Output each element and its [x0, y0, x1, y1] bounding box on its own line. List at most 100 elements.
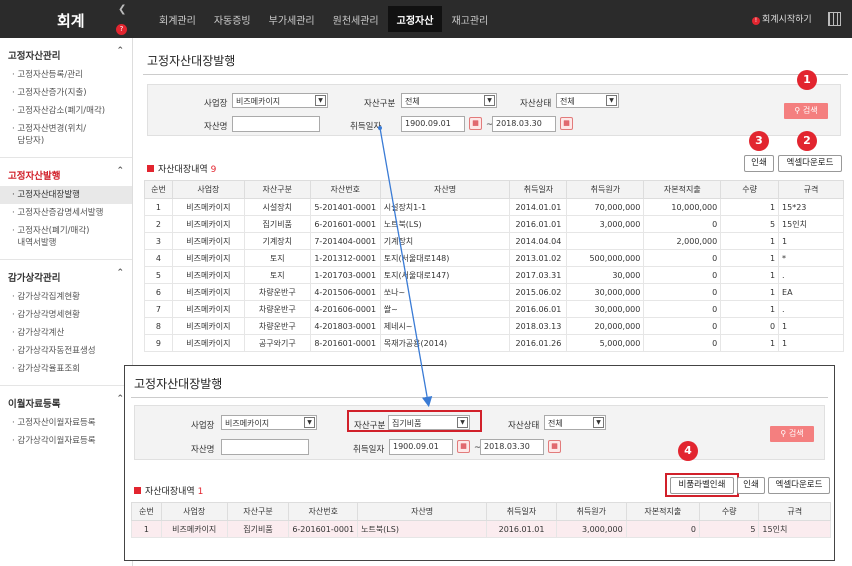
status-select[interactable]: 전체 ▼	[544, 415, 606, 430]
sidebar-item[interactable]: · 고정자산증가(지출)	[0, 84, 132, 102]
sidebar-group-title[interactable]: 이월자료등록 ⌃	[0, 392, 132, 414]
date-label: 취득일자	[353, 445, 385, 455]
col-header[interactable]: 자산명	[357, 502, 488, 521]
name-input[interactable]	[221, 439, 309, 455]
calculator-icon[interactable]	[828, 12, 841, 26]
table-cell: 목재가공용(2014)	[379, 334, 511, 352]
table-row[interactable]: 1 비즈메카이지 집기비품 6-201601-0001 노트북(LS) 2016.01.0…	[131, 520, 831, 538]
calendar-icon[interactable]: ▦	[469, 117, 482, 130]
table-cell: 4-201506-0001	[309, 283, 381, 301]
col-header[interactable]: 수량	[720, 180, 780, 199]
col-header[interactable]: 사업장	[160, 502, 228, 521]
table-row[interactable]: 6 비즈메카이지 차량운반구 4-201506-0001 쏘나~ 2015.06.02 30…	[144, 283, 844, 301]
table-cell: 비즈메카이지	[171, 215, 245, 233]
sidebar-item[interactable]: · 감가상각율표조회	[0, 360, 132, 378]
table-cell: 10,000,000	[643, 198, 722, 216]
table-cell: 20,000,000	[566, 317, 645, 335]
col-header[interactable]: 규격	[758, 502, 831, 521]
chevron-down-icon: ▼	[593, 417, 604, 428]
date-to-input[interactable]: 2018.03.30	[492, 116, 556, 132]
sidebar-item[interactable]: · 고정자산등록/관리	[0, 66, 132, 84]
table-cell: 0	[643, 283, 722, 301]
search-button[interactable]: ⚲ 검색	[784, 103, 828, 119]
type-select[interactable]: 집기비품 ▼	[388, 415, 470, 430]
col-header[interactable]: 자산명	[379, 180, 511, 199]
col-header[interactable]: 자산구분	[226, 502, 290, 521]
col-header[interactable]: 취득원가	[555, 502, 627, 521]
headset-icon[interactable]: ?	[116, 24, 127, 35]
nav-item-withholding[interactable]: 원천세관리	[324, 0, 388, 38]
table-row[interactable]: 8 비즈메카이지 차량운반구 4-201803-0001 제네시~ 2018.03.13 2…	[144, 317, 844, 335]
sidebar-item[interactable]: · 고정자산(폐기/매각) 내역서발행	[0, 222, 132, 252]
calendar-icon[interactable]: ▦	[457, 440, 470, 453]
nav-item-accounting[interactable]: 회계관리	[150, 0, 205, 38]
name-input[interactable]	[232, 116, 320, 132]
col-header[interactable]: 순번	[131, 502, 162, 521]
col-header[interactable]: 자산번호	[288, 502, 359, 521]
sidebar-item[interactable]: · 고정자산감소(폐기/매각)	[0, 102, 132, 120]
table-cell: 0	[720, 317, 780, 335]
table-row[interactable]: 3 비즈메카이지 기계장치 7-201404-0001 기계장치 2014.04.04 2,…	[144, 232, 844, 250]
print-button[interactable]: 인쇄	[744, 155, 774, 172]
sidebar-group-depreciation: 감가상각관리 ⌃ · 감가상각집계현황 · 감가상각명세현황 · 감가상각계산 ·…	[0, 260, 132, 386]
sidebar-item[interactable]: · 감가상각계산	[0, 324, 132, 342]
col-header[interactable]: 수량	[698, 502, 760, 521]
sidebar-group-title[interactable]: 고정자산관리 ⌃	[0, 44, 132, 66]
filtered-result-panel: 고정자산대장발행 사업장 비즈메카이지 ▼ 자산구분 집기비품 ▼ 자산상태 전체 ▼…	[124, 365, 835, 561]
table-cell: 비즈메카이지	[160, 520, 228, 538]
excel-download-button[interactable]: 엑셀다운로드	[768, 477, 830, 494]
table-row[interactable]: 5 비즈메카이지 토지 1-201703-0001 토지(서울대로147) 2017.03…	[144, 266, 844, 284]
sidebar-item[interactable]: · 감가상각집계현황	[0, 288, 132, 306]
biz-select[interactable]: 비즈메카이지 ▼	[221, 415, 317, 430]
calendar-icon[interactable]: ▦	[548, 440, 561, 453]
chevron-up-icon: ⌃	[116, 46, 124, 56]
search-button[interactable]: ⚲ 검색	[770, 426, 814, 442]
col-header[interactable]: 자본적지출	[643, 180, 722, 199]
sidebar-item[interactable]: · 감가상각이월자료등록	[0, 432, 132, 450]
table-row[interactable]: 7 비즈메카이지 차량운반구 4-201606-0001 쏼~ 2016.06.01 30,…	[144, 300, 844, 318]
table-row[interactable]: 9 비즈메카이지 공구와기구 8-201601-0001 목재가공용(2014) 2016…	[144, 334, 844, 352]
table-cell: 2014.01.01	[509, 198, 568, 216]
table-cell: 비즈메카이지	[171, 266, 245, 284]
excel-download-button[interactable]: 엑셀다운로드	[778, 155, 842, 172]
chevron-left-icon[interactable]: ❮	[118, 4, 126, 15]
nav-item-vat[interactable]: 부가세관리	[260, 0, 324, 38]
table-row[interactable]: 1 비즈메카이지 시설장치 5-201401-0001 시설장치1-1 2014.01.0…	[144, 198, 844, 216]
table-row[interactable]: 2 비즈메카이지 집기비품 6-201601-0001 노트북(LS) 2016.01.0…	[144, 215, 844, 233]
col-header[interactable]: 취득원가	[566, 180, 645, 199]
col-header[interactable]: 사업장	[171, 180, 245, 199]
col-header[interactable]: 순번	[144, 180, 173, 199]
sidebar-group-title[interactable]: 감가상각관리 ⌃	[0, 266, 132, 288]
type-select[interactable]: 전체 ▼	[401, 93, 497, 108]
date-to-input[interactable]: 2018.03.30	[480, 439, 544, 455]
col-header[interactable]: 자산번호	[309, 180, 381, 199]
sidebar-item[interactable]: · 고정자산변경(위치/ 담당자)	[0, 120, 132, 150]
table-cell: 1	[720, 232, 780, 250]
table-cell: 4	[144, 249, 173, 267]
col-header[interactable]: 규격	[778, 180, 844, 199]
col-header[interactable]: 취득일자	[509, 180, 568, 199]
chevron-down-icon: ▼	[606, 95, 617, 106]
status-select[interactable]: 전체 ▼	[556, 93, 619, 108]
biz-select[interactable]: 비즈메카이지 ▼	[232, 93, 328, 108]
print-button[interactable]: 인쇄	[737, 477, 765, 494]
date-from-input[interactable]: 1900.09.01	[389, 439, 453, 455]
sidebar-group-title[interactable]: 고정자산발행 ⌃	[0, 164, 132, 186]
sidebar-item[interactable]: · 고정자산이월자료등록	[0, 414, 132, 432]
table-row[interactable]: 4 비즈메카이지 토지 1-201312-0001 토지(서울대로148) 2013.01…	[144, 249, 844, 267]
nav-item-fixed-assets[interactable]: 고정자산	[387, 6, 443, 32]
nav-item-auto-evidence[interactable]: 자동증빙	[205, 0, 260, 38]
date-from-input[interactable]: 1900.09.01	[401, 116, 465, 132]
nav-item-inventory[interactable]: 재고관리	[442, 0, 497, 38]
calendar-icon[interactable]: ▦	[560, 117, 573, 130]
square-bullet-icon	[134, 487, 141, 494]
sidebar-item[interactable]: · 감가상각자동전표생성	[0, 342, 132, 360]
label-print-button[interactable]: 비품라벨인쇄	[670, 477, 734, 494]
col-header[interactable]: 자산구분	[243, 180, 311, 199]
sidebar-item[interactable]: · 고정자산증감명세서발행	[0, 204, 132, 222]
col-header[interactable]: 자본적지출	[625, 502, 700, 521]
sidebar-item-asset-ledger[interactable]: · 고정자산대장발행	[0, 186, 132, 204]
col-header[interactable]: 취득일자	[486, 502, 557, 521]
start-accounting-link[interactable]: ! 회계시작하기	[752, 12, 812, 25]
sidebar-item[interactable]: · 감가상각명세현황	[0, 306, 132, 324]
